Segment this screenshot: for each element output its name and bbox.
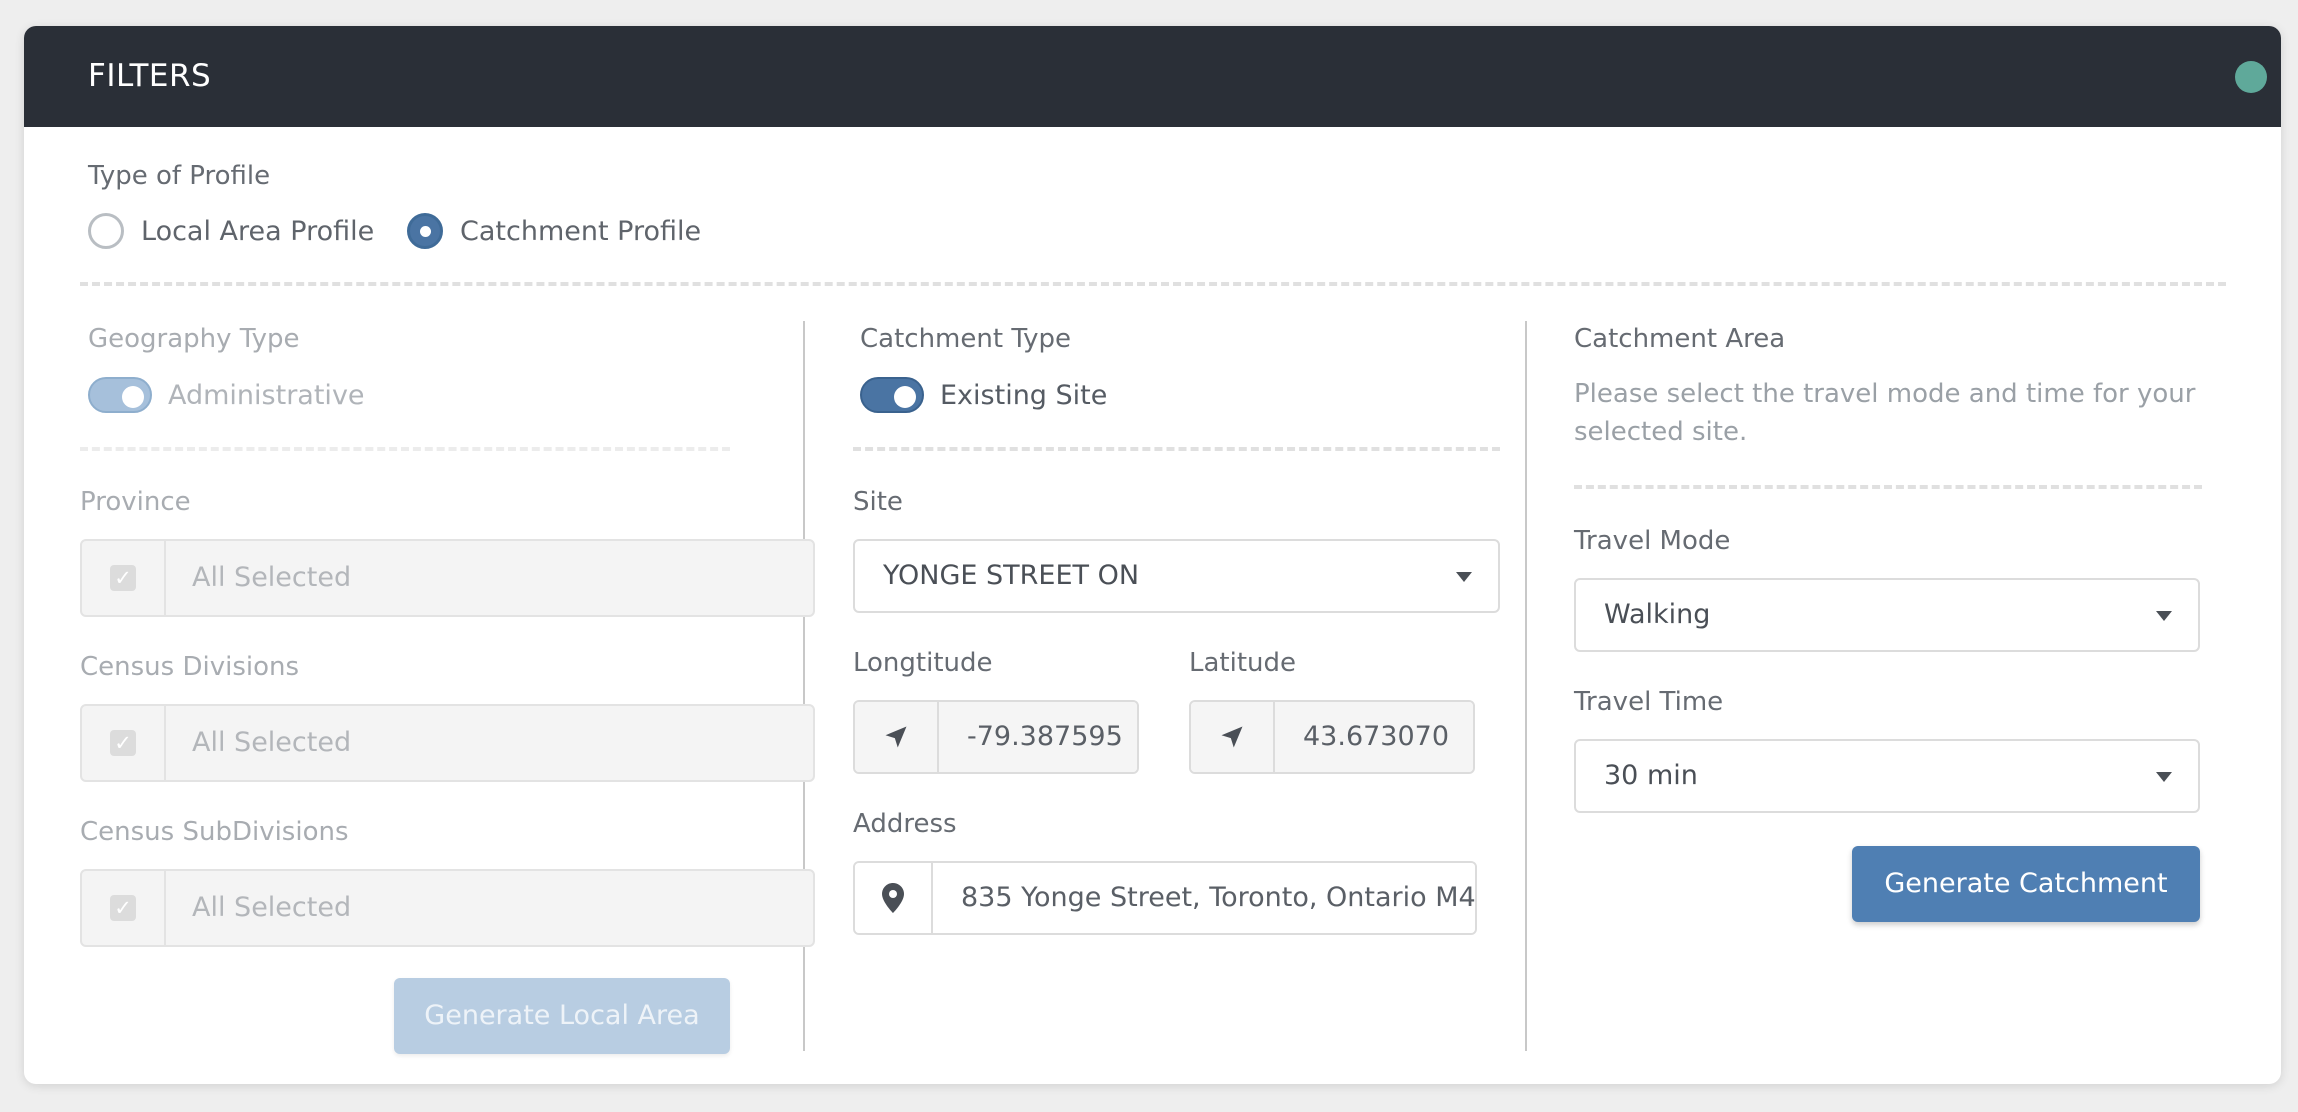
travel-time-select[interactable]: 30 min bbox=[1574, 739, 2200, 813]
radio-circle[interactable] bbox=[88, 213, 124, 249]
travel-mode-value: Walking bbox=[1604, 599, 1711, 630]
census-subdivisions-multiselect[interactable]: ✓ All Selected bbox=[80, 869, 815, 947]
select-all-checkbox[interactable]: ✓ bbox=[82, 871, 166, 945]
catchment-area-label: Catchment Area bbox=[1574, 324, 1786, 354]
latitude-field[interactable]: 43.673070 bbox=[1189, 700, 1475, 774]
generate-local-area-button[interactable]: Generate Local Area bbox=[394, 978, 730, 1054]
longitude-label: Longtitude bbox=[853, 648, 993, 678]
toggle-label: Administrative bbox=[168, 379, 365, 411]
generate-catchment-button[interactable]: Generate Catchment bbox=[1852, 846, 2200, 922]
census-subdivisions-label: Census SubDivisions bbox=[80, 817, 349, 847]
travel-time-value: 30 min bbox=[1604, 760, 1698, 791]
check-icon: ✓ bbox=[110, 565, 136, 591]
location-arrow-icon bbox=[855, 702, 939, 772]
check-icon: ✓ bbox=[110, 730, 136, 756]
radio-label: Local Area Profile bbox=[141, 215, 375, 247]
longitude-field[interactable]: -79.387595 bbox=[853, 700, 1139, 774]
address-field[interactable]: 835 Yonge Street, Toronto, Ontario M4 bbox=[853, 861, 1477, 935]
site-value: YONGE STREET ON bbox=[883, 560, 1140, 591]
site-label: Site bbox=[853, 487, 903, 517]
panel-header: FILTERS bbox=[24, 26, 2281, 127]
address-label: Address bbox=[853, 809, 957, 839]
catchment-type-toggle[interactable]: Existing Site bbox=[860, 377, 1107, 413]
location-arrow-icon bbox=[1191, 702, 1275, 772]
check-icon: ✓ bbox=[110, 895, 136, 921]
census-divisions-multiselect[interactable]: ✓ All Selected bbox=[80, 704, 815, 782]
chevron-down-icon bbox=[2156, 611, 2172, 621]
geography-type-toggle[interactable]: Administrative bbox=[88, 377, 365, 413]
latitude-label: Latitude bbox=[1189, 648, 1297, 678]
travel-mode-select[interactable]: Walking bbox=[1574, 578, 2200, 652]
address-value[interactable]: 835 Yonge Street, Toronto, Ontario M4 bbox=[933, 863, 1475, 933]
site-select[interactable]: YONGE STREET ON bbox=[853, 539, 1500, 613]
radio-label: Catchment Profile bbox=[460, 215, 702, 247]
catchment-area-help: Please select the travel mode and time f… bbox=[1574, 379, 2196, 447]
province-multiselect[interactable]: ✓ All Selected bbox=[80, 539, 815, 617]
catchment-type-label: Catchment Type bbox=[860, 324, 1072, 354]
latitude-value[interactable]: 43.673070 bbox=[1275, 702, 1473, 772]
radio-local-area-profile[interactable]: Local Area Profile bbox=[88, 213, 374, 249]
province-value: All Selected bbox=[192, 562, 352, 593]
select-all-checkbox[interactable]: ✓ bbox=[82, 541, 166, 615]
chevron-down-icon bbox=[2156, 772, 2172, 782]
chevron-down-icon bbox=[1456, 572, 1472, 582]
radio-catchment-profile[interactable]: Catchment Profile bbox=[407, 213, 701, 249]
section-divider bbox=[80, 282, 2226, 286]
panel-title: FILTERS bbox=[88, 58, 212, 94]
radio-circle-selected[interactable] bbox=[407, 213, 443, 249]
toggle-switch[interactable] bbox=[88, 377, 152, 413]
province-label: Province bbox=[80, 487, 191, 517]
profile-type-label: Type of Profile bbox=[88, 161, 271, 191]
toggle-switch[interactable] bbox=[860, 377, 924, 413]
section-divider bbox=[1574, 485, 2202, 489]
travel-time-label: Travel Time bbox=[1574, 687, 1724, 717]
map-marker-icon bbox=[855, 863, 933, 933]
census-divisions-label: Census Divisions bbox=[80, 652, 300, 682]
toggle-label: Existing Site bbox=[940, 379, 1108, 411]
geography-type-label: Geography Type bbox=[88, 324, 300, 354]
select-all-checkbox[interactable]: ✓ bbox=[82, 706, 166, 780]
longitude-value[interactable]: -79.387595 bbox=[939, 702, 1137, 772]
column-divider bbox=[1525, 321, 1527, 1051]
status-indicator bbox=[2235, 61, 2267, 93]
section-divider bbox=[80, 447, 730, 451]
census-divisions-value: All Selected bbox=[192, 727, 352, 758]
section-divider bbox=[853, 447, 1500, 451]
filters-panel: FILTERS Type of Profile Local Area Profi… bbox=[24, 26, 2281, 1084]
travel-mode-label: Travel Mode bbox=[1574, 526, 1731, 556]
census-subdivisions-value: All Selected bbox=[192, 892, 352, 923]
